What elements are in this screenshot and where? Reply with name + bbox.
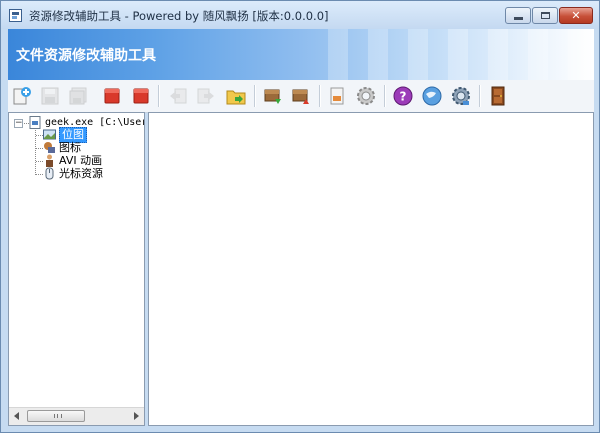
toolbar-separator [158, 85, 160, 107]
extract-button[interactable] [261, 84, 285, 108]
tree-node-label: AVI 动画 [59, 154, 103, 167]
title-bar[interactable]: 资源修改辅助工具 - Powered by 随风飘扬 [版本:0.0.0.0] … [1, 1, 599, 29]
toolbar: ? [8, 80, 594, 113]
help-icon: ? [393, 86, 413, 106]
insert-button[interactable] [289, 84, 313, 108]
close-button[interactable]: ✕ [559, 7, 593, 24]
help-button[interactable]: ? [391, 84, 415, 108]
toolbar-separator [254, 85, 256, 107]
tree-guide-line [36, 135, 43, 136]
svg-text:?: ? [400, 90, 407, 104]
save-icon [41, 87, 59, 105]
toolbar-separator [479, 85, 481, 107]
avi-animation-icon [46, 154, 53, 167]
tree-guide-line [36, 174, 43, 175]
maximize-icon [541, 12, 550, 19]
export-button[interactable] [194, 84, 218, 108]
settings-button[interactable] [354, 84, 378, 108]
close-icon: ✕ [571, 9, 581, 22]
web-globe-icon [422, 86, 442, 106]
update-gear-icon [452, 87, 470, 105]
tree-node-label: 光标资源 [59, 167, 103, 180]
new-file-icon [13, 87, 31, 105]
tree-guide-line [36, 148, 43, 149]
header-banner: 文件资源修改辅助工具 [8, 29, 594, 80]
banner-decoration [308, 29, 594, 80]
maximize-button[interactable] [532, 7, 558, 24]
update-button[interactable] [449, 84, 473, 108]
document-icon [330, 87, 344, 105]
export-icon [197, 88, 214, 104]
horizontal-scrollbar[interactable] [9, 407, 144, 425]
import-icon [170, 88, 187, 104]
scrollbar-thumb[interactable] [27, 410, 85, 422]
collapse-toggle[interactable]: − [14, 119, 23, 128]
grip-icon [54, 414, 62, 418]
document-button[interactable] [325, 84, 349, 108]
import-button[interactable] [166, 84, 190, 108]
toolbar-separator [384, 85, 386, 107]
extract-box-icon [264, 89, 281, 104]
resource-view-pane[interactable] [148, 112, 594, 426]
toolbar-separator [319, 85, 321, 107]
scroll-right-icon[interactable] [134, 412, 139, 420]
open-folder-button[interactable] [224, 84, 248, 108]
tree-node-label: 图标 [59, 141, 81, 154]
new-button[interactable] [10, 84, 34, 108]
window-title: 资源修改辅助工具 - Powered by 随风飘扬 [版本:0.0.0.0] [29, 9, 329, 23]
exit-door-icon [491, 86, 505, 106]
app-icon[interactable] [9, 9, 22, 22]
red-block-icon [133, 88, 149, 104]
caption-buttons: ✕ [505, 7, 593, 24]
resource-tree: − geek.exe [C:\Users\i 位图 图标 AVI 动画 [9, 113, 144, 408]
resource-tree-pane: − geek.exe [C:\Users\i 位图 图标 AVI 动画 [8, 112, 145, 426]
minimize-icon [514, 17, 523, 20]
save-as-icon [69, 87, 87, 105]
web-button[interactable] [420, 84, 444, 108]
red-tool-button-1[interactable] [100, 84, 124, 108]
settings-gear-icon [357, 87, 375, 105]
open-folder-icon [226, 90, 246, 105]
cursor-resource-icon [45, 167, 54, 180]
bitmap-icon [43, 129, 56, 140]
exit-button[interactable] [486, 84, 510, 108]
minimize-button[interactable] [505, 7, 531, 24]
save-button[interactable] [38, 84, 62, 108]
red-block-icon [104, 88, 120, 104]
red-tool-button-2[interactable] [129, 84, 153, 108]
insert-box-icon [292, 89, 309, 104]
exe-file-icon [29, 116, 41, 129]
app-window: 资源修改辅助工具 - Powered by 随风飘扬 [版本:0.0.0.0] … [0, 0, 600, 433]
banner-title: 文件资源修改辅助工具 [16, 48, 156, 64]
tree-guide-line [36, 161, 43, 162]
icon-resource-icon [44, 142, 55, 153]
scroll-left-icon[interactable] [14, 412, 19, 420]
save-as-button[interactable] [66, 84, 90, 108]
